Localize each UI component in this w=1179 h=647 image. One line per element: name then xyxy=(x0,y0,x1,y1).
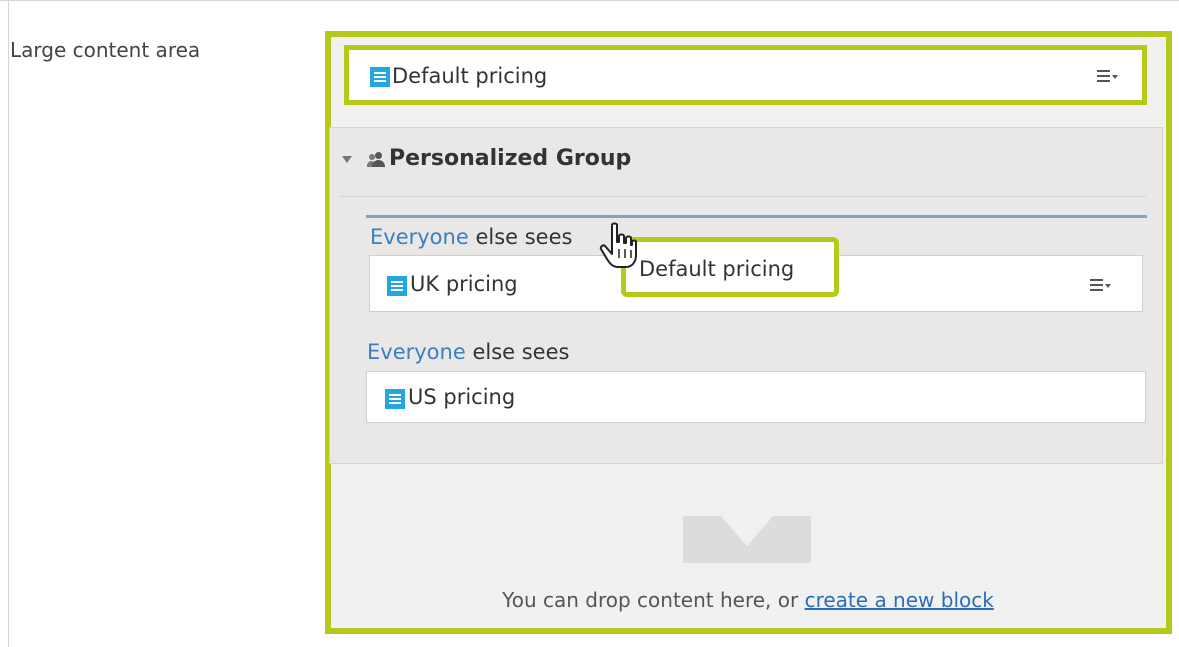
block-label: Default pricing xyxy=(392,64,548,88)
audience-link[interactable]: Everyone xyxy=(370,225,469,249)
audience-label: Everyone else sees xyxy=(367,340,569,364)
content-area-label: Large content area xyxy=(10,38,201,62)
hand-cursor-icon xyxy=(599,222,637,268)
block-label: US pricing xyxy=(408,385,516,409)
drop-arrow-icon xyxy=(683,516,811,563)
block-default-pricing[interactable]: Default pricing xyxy=(344,45,1147,105)
audience-rest: else sees xyxy=(465,340,570,364)
audience-link[interactable]: Everyone xyxy=(367,340,466,364)
audience-label: Everyone else sees xyxy=(370,225,572,249)
context-menu-icon[interactable] xyxy=(1090,277,1112,293)
personalized-group-header[interactable]: Personalized Group xyxy=(330,128,1162,197)
document-icon xyxy=(387,276,407,296)
block-label: UK pricing xyxy=(410,272,518,296)
audience-rest: else sees xyxy=(468,225,573,249)
drag-tooltip-text: Default pricing xyxy=(639,257,795,281)
create-new-block-link[interactable]: create a new block xyxy=(805,588,994,612)
page-left-border xyxy=(8,0,9,647)
drop-indicator-line xyxy=(366,215,1147,218)
block-us-pricing[interactable]: US pricing xyxy=(366,371,1146,423)
collapse-arrow-icon[interactable] xyxy=(342,156,352,163)
users-icon xyxy=(367,152,386,168)
group-divider xyxy=(340,196,1146,197)
group-title: Personalized Group xyxy=(389,146,632,171)
drop-hint-text: You can drop content here, or xyxy=(502,588,805,612)
document-icon xyxy=(385,389,405,409)
drop-hint: You can drop content here, or create a n… xyxy=(330,588,1166,612)
context-menu-icon[interactable] xyxy=(1097,68,1119,84)
drag-tooltip: Default pricing xyxy=(621,237,839,297)
document-icon xyxy=(370,67,390,87)
page-top-border xyxy=(0,0,1179,1)
